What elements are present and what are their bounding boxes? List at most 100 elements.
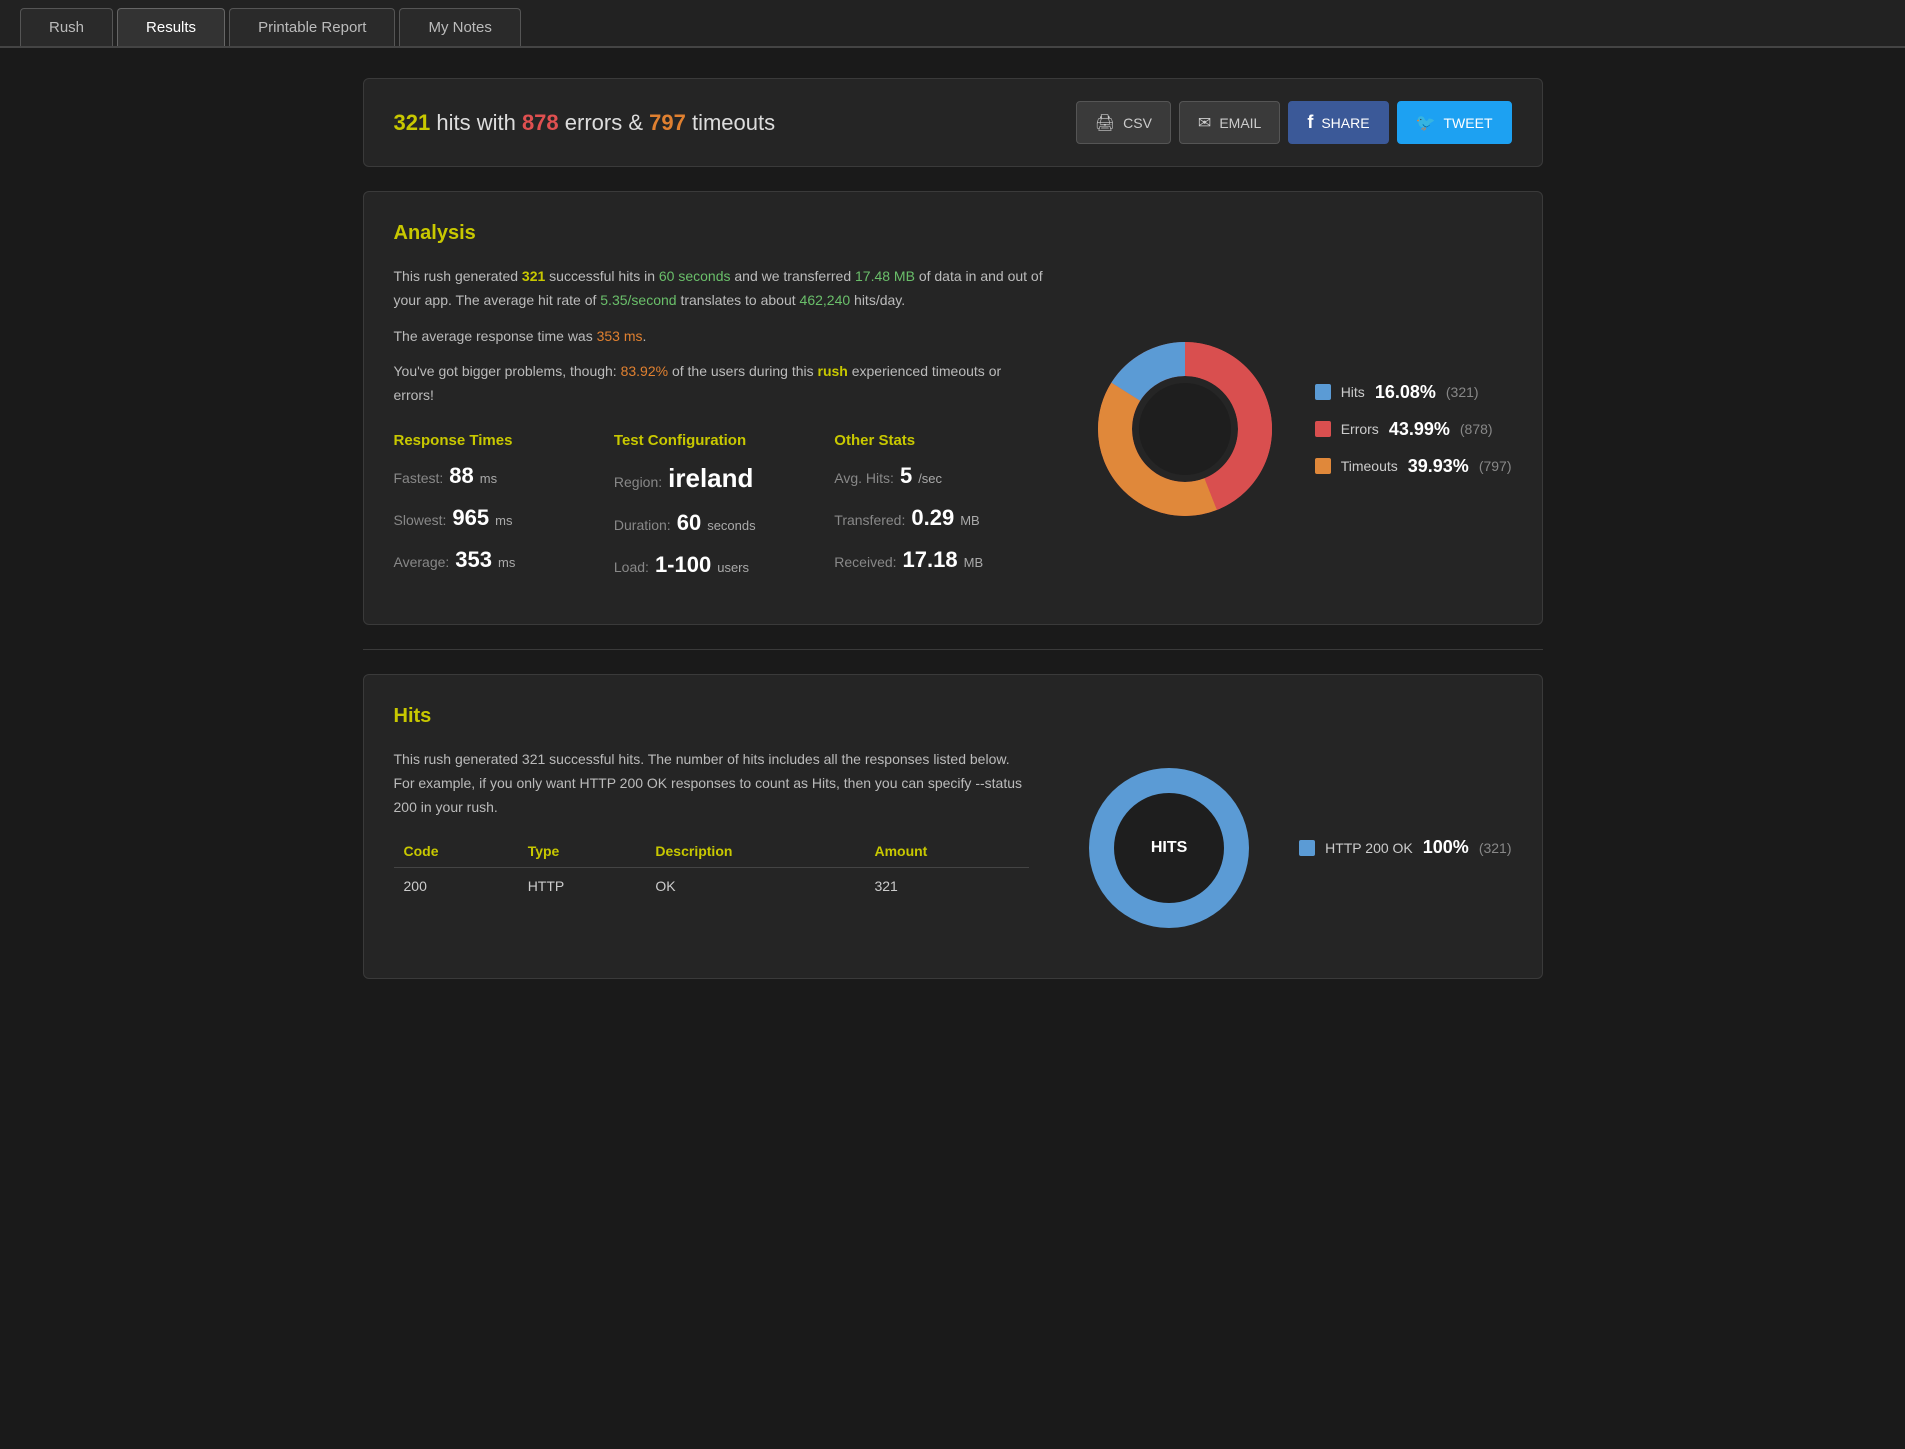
hits-para1-count: 321 (522, 751, 545, 767)
analysis-donut (1085, 329, 1285, 529)
col-description: Description (645, 835, 864, 868)
tweet-button[interactable]: 🐦 TWEET (1397, 101, 1512, 144)
response-times-title: Response Times (394, 432, 604, 449)
analysis-legend: Hits 16.08% (321) Errors 43.99% (878) Ti… (1315, 382, 1512, 477)
duration-label: Duration: (614, 517, 671, 533)
section-divider (363, 649, 1543, 650)
hits-text: This rush generated 321 successful hits.… (394, 748, 1030, 948)
hits-donut: HITS (1069, 748, 1269, 948)
para3-pct: 83.92% (621, 363, 668, 379)
main-content: 321 hits with 878 errors & 797 timeouts … (323, 48, 1583, 1033)
email-button[interactable]: ✉ EMAIL (1179, 101, 1280, 144)
analysis-title: Analysis (394, 222, 1512, 245)
fastest-unit: ms (480, 471, 497, 486)
hits-label: hits with (436, 110, 522, 135)
tab-printable[interactable]: Printable Report (229, 8, 395, 46)
share-label: SHARE (1321, 115, 1369, 131)
errors-legend-count: (878) (1460, 421, 1493, 437)
timeouts-legend-label: Timeouts (1341, 458, 1398, 474)
errors-color-swatch (1315, 421, 1331, 437)
para1-rate: 5.35/second (600, 292, 676, 308)
hits-card: Hits This rush generated 321 successful … (363, 674, 1543, 979)
slowest-unit: ms (495, 513, 512, 528)
http200ok-link: HTTP 200 OK (579, 775, 667, 791)
row-code: 200 (394, 868, 518, 905)
csv-button[interactable]: 🖨 CSV (1076, 101, 1171, 144)
tab-rush[interactable]: Rush (20, 8, 113, 46)
other-stats-col: Other Stats Avg. Hits: 5 /sec Transfered… (834, 432, 1044, 594)
load-row: Load: 1-100 users (614, 552, 824, 578)
http200-color-swatch (1299, 840, 1315, 856)
transferred-unit: MB (960, 513, 980, 528)
timeouts-label: timeouts (692, 110, 775, 135)
legend-timeouts: Timeouts 39.93% (797) (1315, 456, 1512, 477)
share-button[interactable]: f SHARE (1288, 101, 1388, 144)
tabs-bar: Rush Results Printable Report My Notes (0, 0, 1905, 48)
row-description: OK (645, 868, 864, 905)
analysis-para2: The average response time was 353 ms. (394, 325, 1045, 349)
load-label: Load: (614, 559, 649, 575)
slowest-val: 965 (452, 505, 489, 531)
fastest-val: 88 (449, 463, 473, 489)
hits-chart-area: HITS HTTP 200 OK 100% (321) (1069, 748, 1511, 948)
analysis-layout: This rush generated 321 successful hits … (394, 265, 1512, 594)
errors-legend-pct: 43.99% (1389, 419, 1450, 440)
average-unit: ms (498, 555, 515, 570)
transferred-label: Transfered: (834, 512, 905, 528)
action-buttons: 🖨 CSV ✉ EMAIL f SHARE 🐦 TWEET (1076, 101, 1512, 144)
twitter-icon: 🐦 (1416, 113, 1436, 133)
average-label: Average: (394, 554, 450, 570)
col-amount: Amount (864, 835, 1029, 868)
analysis-para1: This rush generated 321 successful hits … (394, 265, 1045, 313)
col-type: Type (518, 835, 646, 868)
errors-legend-label: Errors (1341, 421, 1379, 437)
errors-count: 878 (522, 110, 559, 135)
analysis-text: This rush generated 321 successful hits … (394, 265, 1045, 594)
hits-table-header-row: Code Type Description Amount (394, 835, 1030, 868)
donut-svg (1085, 329, 1285, 529)
duration-val: 60 (677, 510, 701, 536)
response-times-col: Response Times Fastest: 88 ms Slowest: 9… (394, 432, 604, 594)
received-unit: MB (964, 555, 984, 570)
http200-label: HTTP 200 OK (1325, 840, 1413, 856)
csv-label: CSV (1123, 115, 1152, 131)
row-type: HTTP (518, 868, 646, 905)
received-row: Received: 17.18 MB (834, 547, 1044, 573)
timeouts-count: 797 (649, 110, 686, 135)
hits-layout: This rush generated 321 successful hits.… (394, 748, 1512, 948)
hits-table-body: 200 HTTP OK 321 (394, 868, 1030, 905)
average-row: Average: 353 ms (394, 547, 604, 573)
para1-seconds: 60 seconds (659, 268, 731, 284)
hits-table: Code Type Description Amount 200 HTTP OK… (394, 835, 1030, 904)
other-stats-title: Other Stats (834, 432, 1044, 449)
email-icon: ✉ (1198, 113, 1211, 133)
status-flag: --status 200 (394, 775, 1023, 815)
facebook-icon: f (1307, 112, 1313, 133)
csv-icon: 🖨 (1095, 113, 1115, 133)
email-label: EMAIL (1219, 115, 1261, 131)
tab-mynotes[interactable]: My Notes (399, 8, 520, 46)
analysis-card: Analysis This rush generated 321 success… (363, 191, 1543, 625)
summary-bar: 321 hits with 878 errors & 797 timeouts … (363, 78, 1543, 167)
hits-legend-label: Hits (1341, 384, 1365, 400)
transferred-val: 0.29 (911, 505, 954, 531)
para3-rush: rush (818, 363, 848, 379)
test-config-col: Test Configuration Region: ireland Durat… (614, 432, 824, 594)
hits-legend-pct: 16.08% (1375, 382, 1436, 403)
analysis-para3: You've got bigger problems, though: 83.9… (394, 360, 1045, 408)
hits-donut-label: HITS (1151, 839, 1187, 857)
avghits-unit: /sec (918, 471, 942, 486)
average-val: 353 (455, 547, 492, 573)
duration-row: Duration: 60 seconds (614, 510, 824, 536)
region-row: Region: ireland (614, 463, 824, 494)
tweet-label: TWEET (1444, 115, 1493, 131)
avghits-val: 5 (900, 463, 912, 489)
hits-legend-item: HTTP 200 OK 100% (321) (1299, 837, 1511, 858)
load-unit: users (717, 560, 749, 575)
donut-inner (1139, 383, 1231, 475)
duration-unit: seconds (707, 518, 755, 533)
hits-legend-count: (321) (1446, 384, 1479, 400)
stats-grid: Response Times Fastest: 88 ms Slowest: 9… (394, 432, 1045, 594)
load-val: 1-100 (655, 552, 711, 578)
tab-results[interactable]: Results (117, 8, 225, 46)
